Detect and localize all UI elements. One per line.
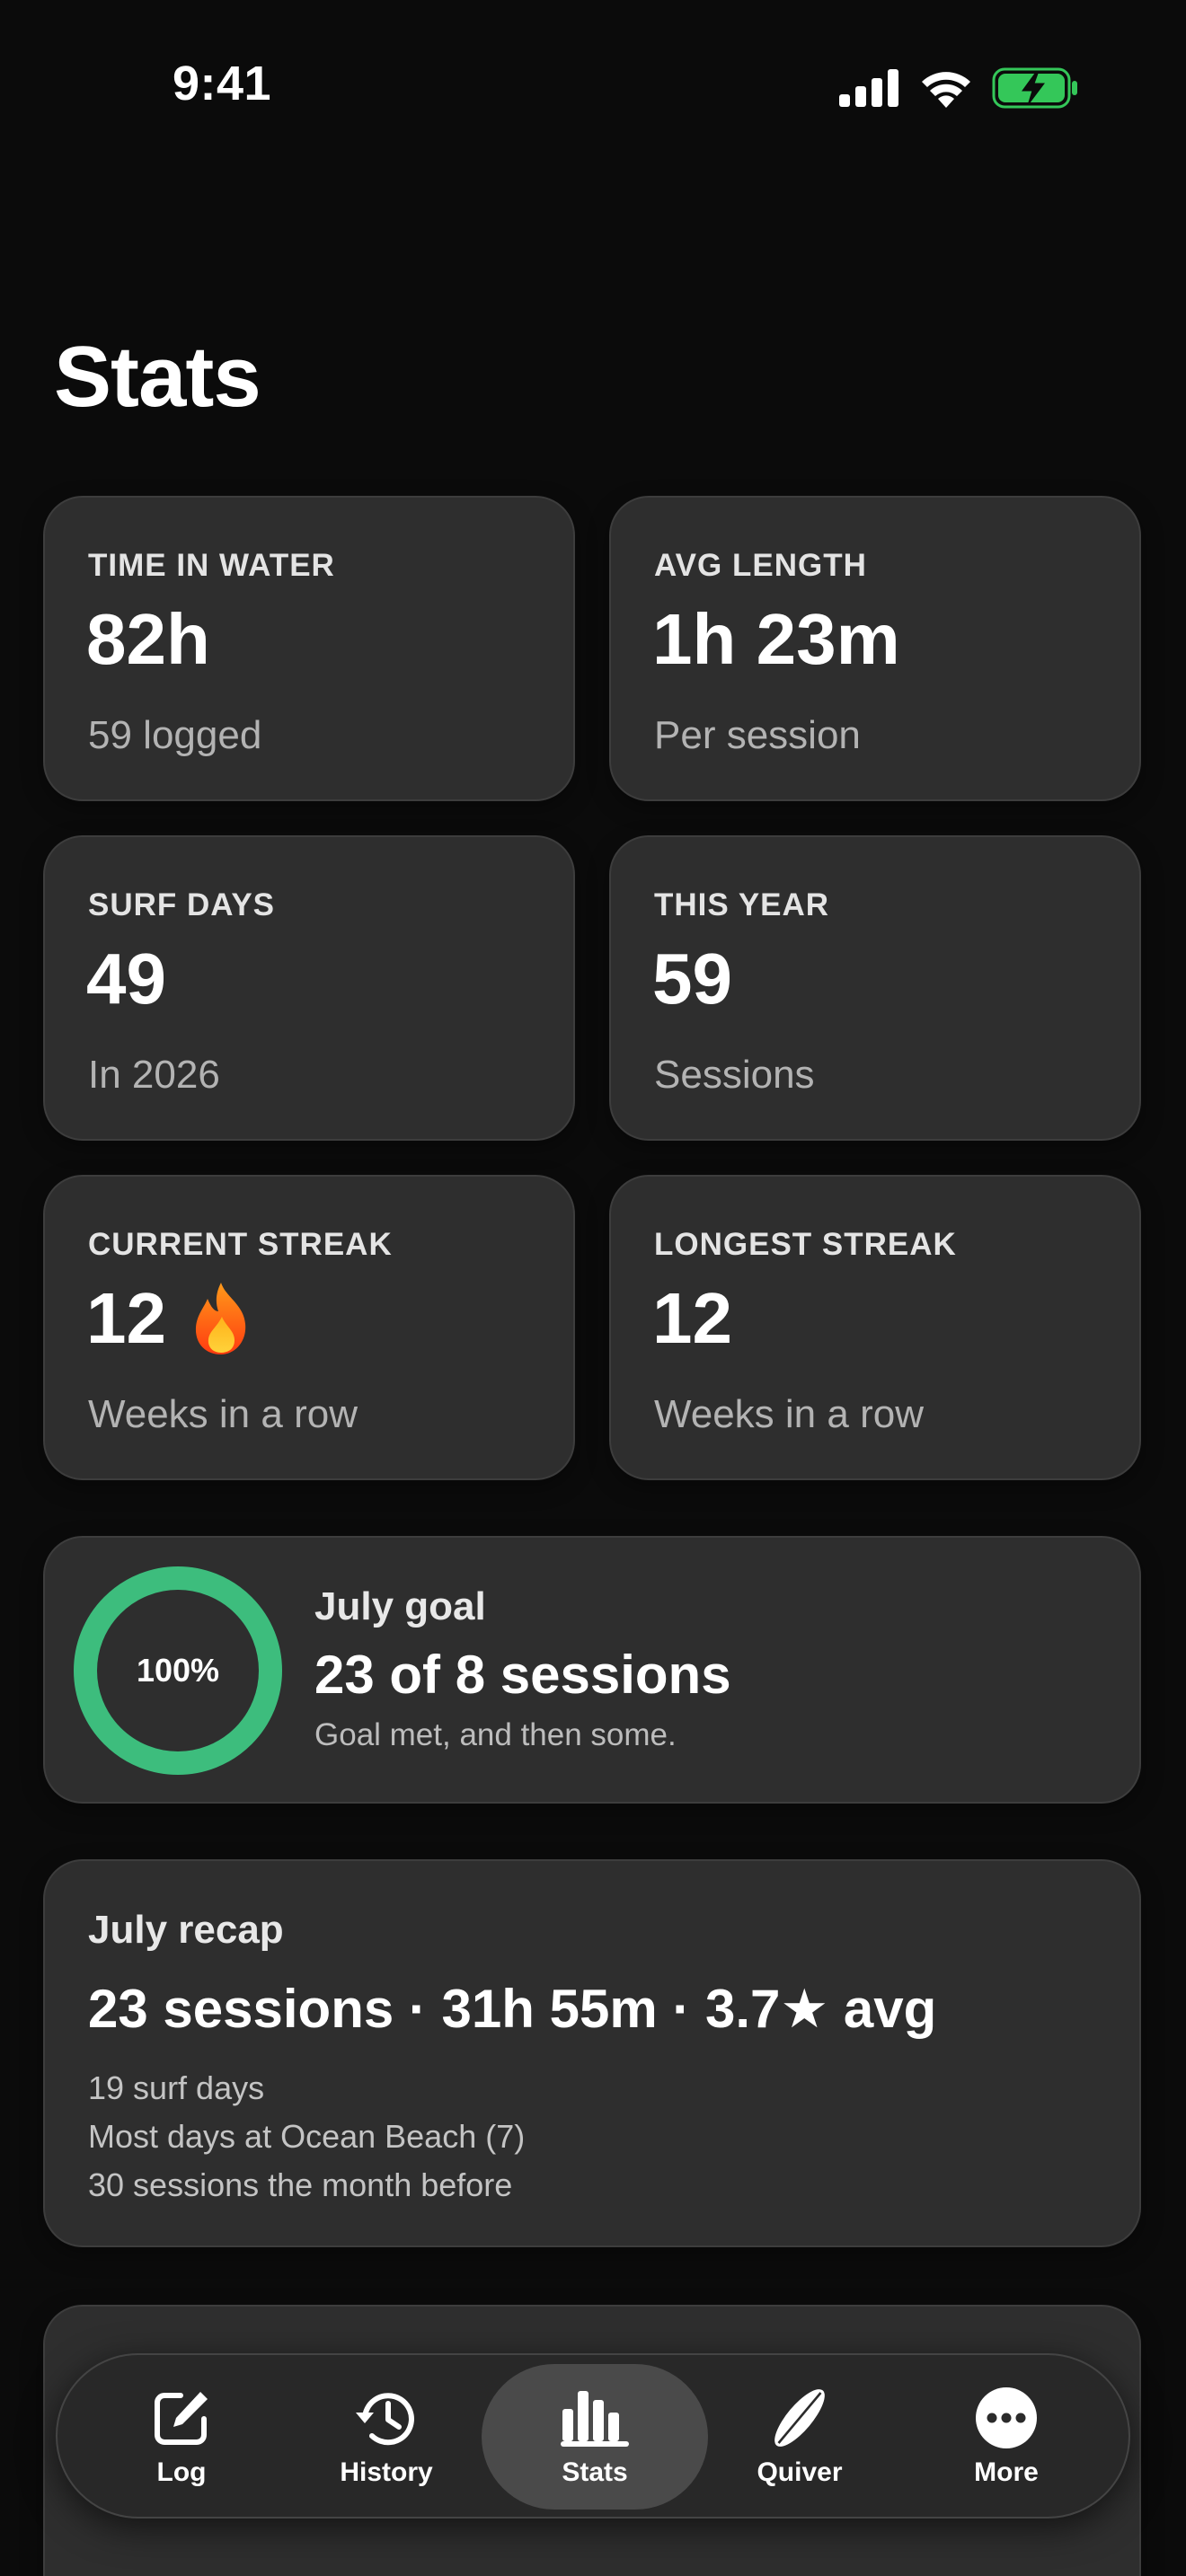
tab-label: History [340,2457,433,2487]
stat-sub: Per session [654,713,861,757]
goal-percent: 100% [136,1652,220,1689]
stat-label: SURF DAYS [88,887,276,922]
stat-value: 1h 23m [652,599,900,679]
stat-sub: In 2026 [88,1053,220,1097]
cellular-signal-icon [839,69,898,107]
recap-line: 19 surf days [88,2069,265,2106]
status-bar: 9:41 [0,0,1186,171]
compose-icon [146,2382,217,2454]
tab-log[interactable]: Log [92,2355,271,2520]
ellipsis-circle-icon [970,2382,1042,2454]
tab-label: Stats [562,2457,628,2487]
status-icons [839,66,1078,110]
goal-title: July goal [314,1584,486,1628]
bar-chart-icon [559,2382,631,2454]
history-clock-icon [350,2382,422,2454]
tab-label: More [974,2457,1039,2487]
tab-label: Log [156,2457,207,2487]
stat-card-current-streak[interactable]: CURRENT STREAK 12 Weeks in a row [43,1175,575,1480]
tab-stats[interactable]: Stats [482,2355,708,2520]
stat-label: CURRENT STREAK [88,1227,393,1262]
surfboard-icon [764,2382,836,2454]
stat-value: 12 [652,1278,732,1358]
stat-sub: Weeks in a row [88,1392,358,1436]
tab-bar: Log History Stats Quiver More [56,2353,1130,2519]
tab-label: Quiver [757,2457,843,2487]
stat-value: 82h [86,599,210,679]
stat-value: 59 [652,939,732,1019]
stat-value: 12 [86,1277,254,1360]
stat-label: TIME IN WATER [88,548,335,583]
status-time: 9:41 [173,57,272,110]
stat-card-this-year[interactable]: THIS YEAR 59 Sessions [609,835,1141,1141]
stat-value: 49 [86,939,166,1019]
wifi-icon [922,72,970,108]
recap-headline: 23 sessions · 31h 55m · 3.7★ avg [88,1979,937,2039]
page-title: Stats [54,329,261,425]
battery-charging-icon [992,67,1077,109]
stat-sub: Weeks in a row [654,1392,924,1436]
stat-label: LONGEST STREAK [654,1227,957,1262]
stat-sub: Sessions [654,1053,815,1097]
stat-card-avg-length[interactable]: AVG LENGTH 1h 23m Per session [609,496,1141,801]
monthly-goal-card[interactable]: 100% July goal 23 of 8 sessions Goal met… [43,1536,1141,1804]
fire-icon [195,1283,246,1354]
stat-card-surf-days[interactable]: SURF DAYS 49 In 2026 [43,835,575,1141]
goal-subtitle: Goal met, and then some. [314,1717,677,1752]
tab-history[interactable]: History [296,2355,476,2520]
tab-more[interactable]: More [916,2355,1096,2520]
recap-line: 30 sessions the month before [88,2166,513,2203]
stat-card-longest-streak[interactable]: LONGEST STREAK 12 Weeks in a row [609,1175,1141,1480]
stat-label: AVG LENGTH [654,548,867,583]
tab-quiver[interactable]: Quiver [710,2355,890,2520]
stat-label: THIS YEAR [654,887,830,922]
stats-screen: 9:41 Stats TIME IN WATER 82h 59 logged A… [0,0,1186,2576]
recap-title: July recap [88,1908,284,1952]
stat-card-time-in-water[interactable]: TIME IN WATER 82h 59 logged [43,496,575,801]
stat-sub: 59 logged [88,713,262,757]
monthly-recap-card[interactable]: July recap 23 sessions · 31h 55m · 3.7★ … [43,1859,1141,2247]
goal-value: 23 of 8 sessions [314,1645,731,1705]
recap-line: Most days at Ocean Beach (7) [88,2118,526,2155]
